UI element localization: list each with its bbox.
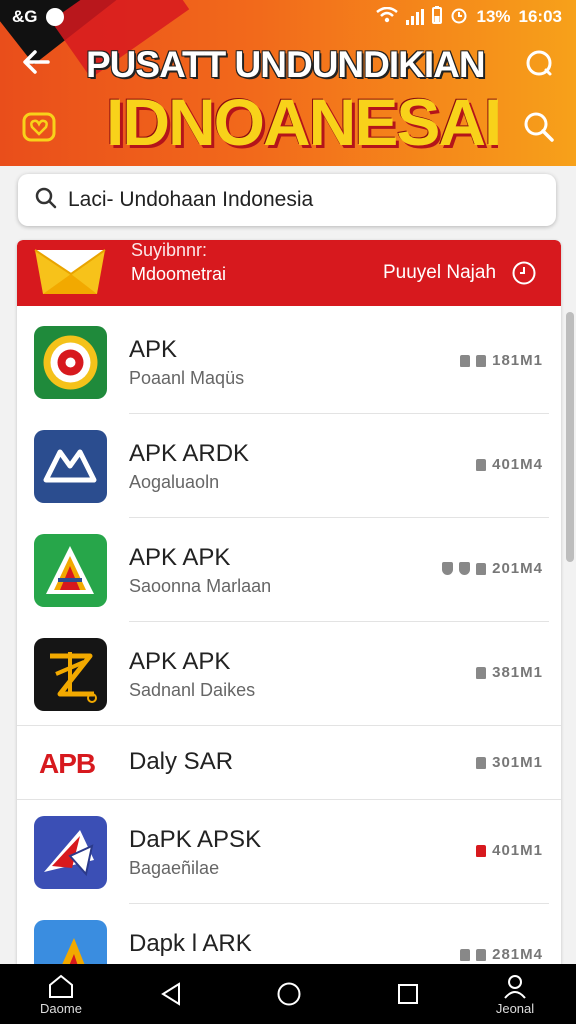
search-icon[interactable]: [522, 46, 556, 80]
header-subtitle: IDNOANESAI: [106, 88, 498, 156]
lock-icon: [460, 354, 471, 367]
nav-account[interactable]: Jeonal: [484, 964, 546, 1024]
home-icon: [49, 974, 73, 998]
lock-icon: [460, 948, 471, 961]
clock-icon[interactable]: [511, 260, 537, 286]
app-subtitle: Bagaeñilae: [129, 858, 220, 878]
app-list-item[interactable]: APK APK Sadnanl Daikes 381M1: [17, 622, 561, 726]
app-size: 401M1: [492, 842, 543, 859]
app-subtitle: Saoonna Marlaan: [129, 576, 272, 596]
notification-icon: [45, 8, 64, 26]
app-meta: 381M1: [476, 664, 543, 681]
search-bar[interactable]: [18, 174, 556, 226]
nav-back[interactable]: [156, 964, 186, 1024]
app-meta: 401M4: [476, 456, 543, 473]
signal-icon: [406, 9, 425, 25]
app-meta: 181M1: [460, 352, 543, 369]
app-icon-star: [34, 638, 107, 711]
user-icon: [504, 974, 526, 999]
lock-icon: [476, 354, 487, 367]
app-meta: 281M4: [460, 946, 543, 963]
nav-account-label: Jeonal: [495, 1000, 535, 1016]
status-bar: &G 13% 16:03: [0, 0, 576, 34]
app-name: Dapk l ARK: [129, 930, 252, 957]
app-name: APK ARDK: [129, 440, 250, 467]
header-title: PUSATT UNDUNDIKIAN: [86, 44, 486, 85]
app-subtitle: Aogaluaoln: [129, 472, 220, 492]
shield-icon: [459, 562, 471, 575]
app-size: 401M4: [492, 456, 543, 473]
app-name: APK: [129, 336, 178, 363]
app-meta: 301M1: [476, 754, 543, 771]
scrollbar[interactable]: [566, 312, 574, 562]
battery-percent: 13%: [476, 7, 511, 26]
wifi-icon: [376, 6, 399, 28]
app-icon-kite: [34, 816, 107, 889]
app-size: 381M1: [492, 664, 543, 681]
nav-home[interactable]: Daome: [28, 964, 94, 1024]
back-arrow-icon[interactable]: [20, 46, 56, 82]
bottom-nav-bar: Daome Jeonal: [0, 964, 576, 1024]
lock-icon: [476, 844, 487, 857]
lock-icon: [476, 756, 487, 769]
app-list-item[interactable]: APK Poaanl Maqüs 181M1: [17, 310, 561, 414]
app-list-item[interactable]: APK ARDK Aogaluaoln 401M4: [17, 414, 561, 518]
lock-icon: [476, 948, 487, 961]
apb-logo: APB: [39, 748, 96, 779]
search-input[interactable]: [68, 188, 556, 212]
app-name: APK APK: [129, 648, 231, 675]
nav-home-label: Daome: [40, 1000, 82, 1016]
app-meta: 401M1: [476, 842, 543, 859]
app-icon-target: [34, 326, 107, 399]
app-subtitle: Poaanl Maqüs: [129, 368, 245, 388]
app-icon-scales: [34, 430, 107, 503]
app-list-card: Suyibnnr: Mdoometrai Puuyel Najah APK Po…: [17, 240, 561, 964]
status-left-text: &G: [12, 7, 38, 26]
app-meta: 201M4: [442, 560, 543, 577]
promo-title: Suyibnnr:: [131, 240, 208, 260]
app-list-item[interactable]: Dapk l ARK 281M4: [17, 904, 561, 964]
app-icon-a-blue: [34, 920, 107, 964]
recents-square-icon: [398, 984, 418, 1004]
header-banner: &G 13% 16:03 PUSATT UNDUNDIKIAN IDNOANES…: [0, 0, 576, 166]
app-size: 301M1: [492, 754, 543, 771]
alarm-icon: [450, 6, 468, 29]
promo-banner[interactable]: Suyibnnr: Mdoometrai Puuyel Najah: [17, 240, 561, 306]
app-name: Daly SAR: [129, 748, 234, 775]
app-list-item[interactable]: APK APK Saoonna Marlaan 201M4: [17, 518, 561, 622]
app-name: APK APK: [129, 544, 231, 571]
lock-icon: [476, 562, 487, 575]
search-icon: [34, 186, 58, 215]
battery-icon: [432, 5, 443, 29]
nav-recents[interactable]: [394, 964, 422, 1024]
app-list-item[interactable]: DaPK APSK Bagaeñilae 401M1: [17, 800, 561, 904]
envelope-icon: [34, 249, 106, 294]
status-time: 16:03: [518, 7, 562, 26]
favorite-heart-icon[interactable]: [22, 110, 56, 144]
back-triangle-icon: [161, 982, 180, 1006]
app-size: 281M4: [492, 946, 543, 963]
home-circle-icon: [277, 982, 301, 1006]
lock-icon: [476, 458, 487, 471]
app-icon-a-triangle: [34, 534, 107, 607]
app-size: 181M1: [492, 352, 543, 369]
app-name: DaPK APSK: [129, 826, 262, 853]
lock-icon: [476, 666, 487, 679]
app-list-item[interactable]: APB Daly SAR 301M1: [17, 726, 561, 800]
nav-home-circle[interactable]: [274, 964, 304, 1024]
app-size: 201M4: [492, 560, 543, 577]
search-icon-secondary[interactable]: [522, 110, 556, 144]
promo-subtitle: Mdoometrai: [131, 264, 227, 284]
app-subtitle: Sadnanl Daikes: [129, 680, 256, 700]
shield-icon: [442, 562, 454, 575]
promo-action-label: Puuyel Najah: [383, 262, 497, 283]
